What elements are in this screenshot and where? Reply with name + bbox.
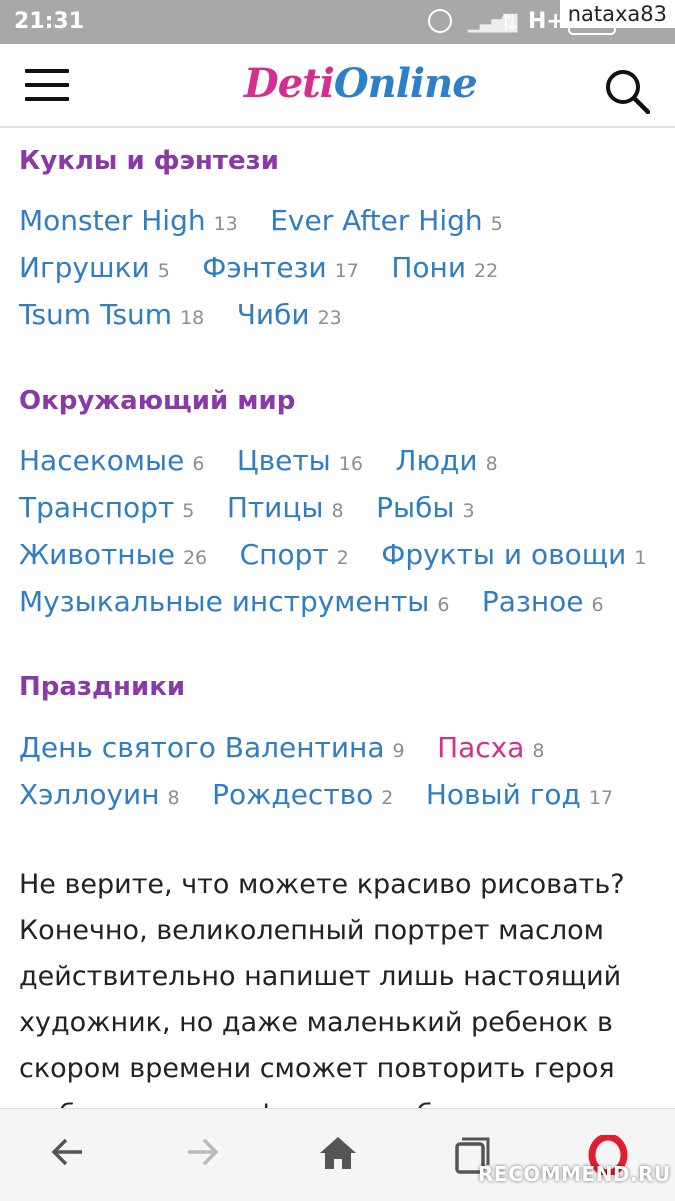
tag-link[interactable]: Птицы 8 xyxy=(227,491,344,524)
tag-row: Monster High 13 Ever After High 5 xyxy=(19,204,531,237)
browser-bottom-nav xyxy=(0,1108,675,1201)
intro-paragraph: Не верите, что можете красиво рисовать? … xyxy=(19,869,625,1130)
tag-row: День святого Валентина 9 Пасха 8 xyxy=(19,731,573,764)
tag-row: Игрушки 5 Фэнтези 17 Пони 22 xyxy=(19,251,526,284)
forward-arrow-icon[interactable] xyxy=(184,1135,220,1169)
tag-row: Музыкальные инструменты 6 Разное 6 xyxy=(19,585,632,618)
tag-link[interactable]: Monster High 13 xyxy=(19,204,238,237)
tag-link[interactable]: Ever After High 5 xyxy=(270,204,503,237)
tag-link[interactable]: Животные 26 xyxy=(19,538,207,571)
tag-link[interactable]: Фрукты и овощи 1 xyxy=(381,538,646,571)
tag-link[interactable]: Игрушки 5 xyxy=(19,251,170,284)
tag-link-active[interactable]: Пасха 8 xyxy=(437,731,544,764)
tag-link[interactable]: Спорт 2 xyxy=(240,538,349,571)
app-header: DetiOnline xyxy=(0,44,675,128)
section-title: Окружающий мир xyxy=(19,386,296,416)
home-icon[interactable] xyxy=(318,1135,358,1171)
tag-link[interactable]: Новый год 17 xyxy=(426,778,613,811)
back-arrow-icon[interactable] xyxy=(50,1135,86,1169)
tag-link[interactable]: Транспорт 5 xyxy=(19,491,194,524)
tag-link[interactable]: Цветы 16 xyxy=(237,444,363,477)
tag-row: Хэллоуин 8 Рождество 2 Новый год 17 xyxy=(19,778,641,811)
tag-link[interactable]: Разное 6 xyxy=(482,585,604,618)
search-icon[interactable] xyxy=(604,68,650,114)
logo-part-deti: Deti xyxy=(244,60,335,107)
status-time: 21:31 xyxy=(14,9,85,34)
tag-row: Животные 26 Спорт 2 Фрукты и овощи 1 xyxy=(19,538,674,571)
tag-link[interactable]: Пони 22 xyxy=(391,251,498,284)
hamburger-icon[interactable] xyxy=(25,69,69,103)
tag-link[interactable]: Tsum Tsum 18 xyxy=(19,298,204,331)
tag-row: Транспорт 5 Птицы 8 Рыбы 3 xyxy=(19,491,503,524)
alarm-icon xyxy=(428,9,452,33)
logo-part-online: Online xyxy=(333,60,478,107)
watermark-site: RECOMMEND.RU xyxy=(478,1162,671,1186)
section-title: Куклы и фэнтези xyxy=(19,146,279,176)
watermark-username: nataxa83 xyxy=(559,0,675,28)
tag-row: Насекомые 6 Цветы 16 Люди 8 xyxy=(19,444,526,477)
tag-link[interactable]: Рыбы 3 xyxy=(376,491,474,524)
tag-link[interactable]: Фэнтези 17 xyxy=(202,251,359,284)
tag-link[interactable]: Чиби 23 xyxy=(237,298,342,331)
tag-link[interactable]: Насекомые 6 xyxy=(19,444,204,477)
tag-link[interactable]: Рождество 2 xyxy=(212,778,393,811)
signal-icon: ⇅ xyxy=(500,10,519,35)
site-logo[interactable]: DetiOnline xyxy=(244,60,478,107)
tag-link[interactable]: Люди 8 xyxy=(395,444,497,477)
tag-link[interactable]: Хэллоуин 8 xyxy=(19,778,180,811)
section-title: Праздники xyxy=(19,672,186,702)
tag-link[interactable]: День святого Валентина 9 xyxy=(19,731,405,764)
tag-row: Tsum Tsum 18 Чиби 23 xyxy=(19,298,370,331)
tag-link[interactable]: Музыкальные инструменты 6 xyxy=(19,585,449,618)
